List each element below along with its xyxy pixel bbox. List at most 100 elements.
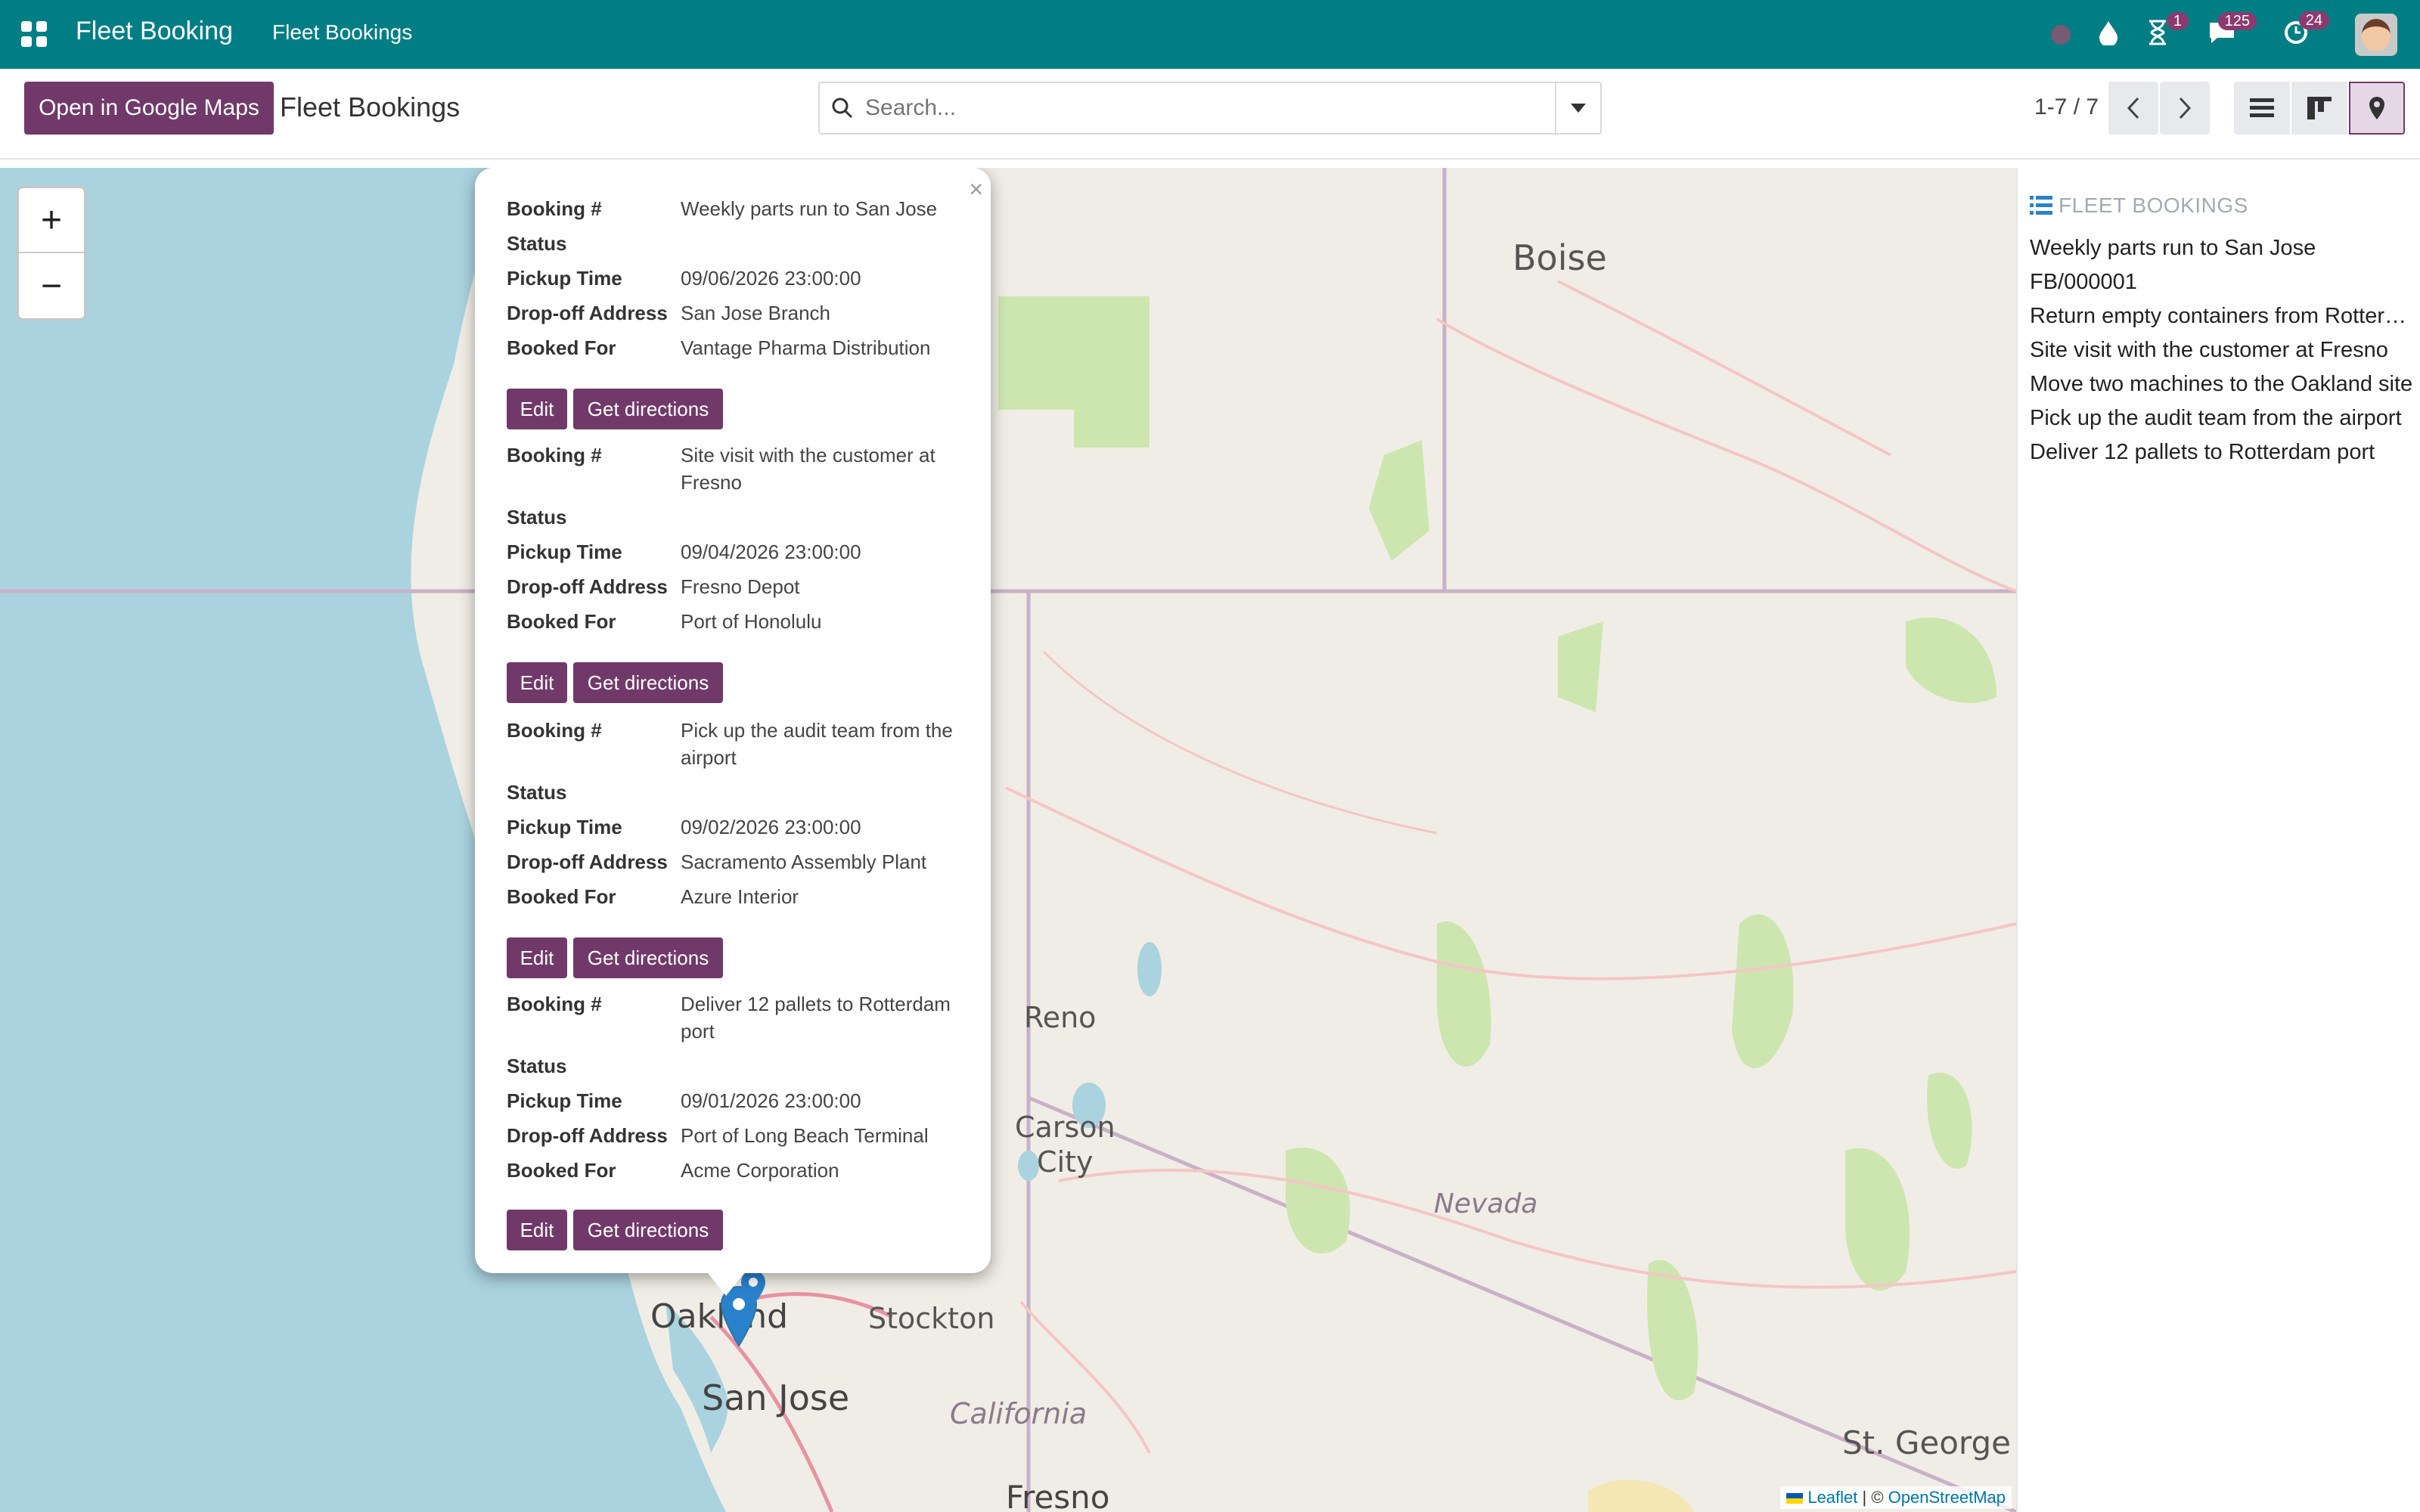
booking-value: Pick up the audit team from the airport	[681, 719, 953, 769]
sidebar-item[interactable]: Move two machines to the Oakland site	[2030, 367, 2415, 401]
pager-previous-button[interactable]	[2108, 82, 2158, 135]
pickup-label: Pickup Time	[507, 541, 622, 563]
ukraine-flag-icon	[1786, 1493, 1804, 1504]
close-icon[interactable]: ×	[969, 175, 983, 203]
dropoff-label: Drop-off Address	[507, 1124, 668, 1147]
zoom-out-button[interactable]: −	[19, 253, 84, 318]
map-label-fresno: Fresno	[1006, 1479, 1110, 1512]
pickup-value: 09/06/2026 23:00:00	[681, 267, 861, 290]
sidebar-title-text: Fleet Bookings	[2059, 194, 2248, 217]
map-label-reno: Reno	[1024, 1001, 1097, 1034]
updates-badge: 24	[2298, 11, 2329, 29]
map-label-san-jose: San Jose	[702, 1377, 850, 1418]
attribution-separator: | ©	[1862, 1488, 1884, 1507]
map-canvas[interactable]: + − Boise Reno Carson City Nevada Oaklan…	[0, 168, 2016, 1512]
search-bar	[818, 82, 1602, 135]
menu-fleet-bookings[interactable]: Fleet Bookings	[272, 20, 412, 45]
pickup-label: Pickup Time	[507, 267, 622, 290]
status-label: Status	[507, 506, 567, 528]
edit-button[interactable]: Edit	[507, 389, 567, 429]
sidebar-item[interactable]: Site visit with the customer at Fresno	[2030, 333, 2415, 367]
map-label-stockton: Stockton	[868, 1302, 995, 1335]
get-directions-button[interactable]: Get directions	[573, 937, 723, 978]
pager-next-button[interactable]	[2160, 82, 2210, 135]
get-directions-button[interactable]: Get directions	[573, 662, 723, 703]
sidebar-title: Fleet Bookings	[2030, 194, 2248, 218]
systray: 1 125 24	[2051, 11, 2397, 57]
booking-label: Booking #	[507, 197, 602, 220]
dropoff-label: Drop-off Address	[507, 575, 668, 598]
kanban-icon	[2307, 97, 2332, 119]
caret-down-icon	[1571, 104, 1586, 113]
dropoff-value: San Jose Branch	[681, 302, 831, 324]
map-label-st-george: St. George	[1842, 1424, 2011, 1461]
list-icon	[2030, 196, 2052, 215]
map-marker-icon	[2369, 97, 2384, 119]
search-options-toggle[interactable]	[1555, 82, 1600, 134]
dropoff-label: Drop-off Address	[507, 302, 668, 324]
get-directions-button[interactable]: Get directions	[573, 389, 723, 429]
chevron-right-icon	[2179, 97, 2192, 119]
kanban-view-button[interactable]	[2291, 82, 2347, 135]
messages-icon[interactable]: 125	[2207, 12, 2257, 50]
apps-menu-icon[interactable]	[21, 21, 47, 47]
zoom-control: + −	[17, 186, 86, 321]
status-label: Status	[507, 1055, 567, 1077]
updates-icon[interactable]: 24	[2282, 11, 2329, 51]
openstreetmap-link[interactable]: OpenStreetMap	[1888, 1488, 2006, 1507]
booked-for-label: Booked For	[507, 1159, 616, 1182]
pickup-value: 09/01/2026 23:00:00	[681, 1089, 861, 1112]
droplet-icon[interactable]	[2098, 20, 2119, 50]
booking-label: Booking #	[507, 444, 602, 466]
search-icon	[820, 97, 865, 119]
search-input[interactable]	[865, 85, 1555, 131]
status-dot-icon[interactable]	[2051, 25, 2071, 45]
sidebar-item[interactable]: Pick up the audit team from the airport	[2030, 401, 2415, 435]
map-popup: × Booking # Weekly parts run to San Jose …	[475, 168, 991, 1273]
open-google-maps-button[interactable]: Open in Google Maps	[24, 82, 274, 135]
booked-for-label: Booked For	[507, 885, 616, 908]
map-view-button[interactable]	[2349, 82, 2405, 135]
map-label-carson-city: Carson City	[1015, 1111, 1115, 1179]
edit-button[interactable]: Edit	[507, 937, 567, 978]
map-label-nevada: Nevada	[1434, 1188, 1538, 1219]
pickup-value: 09/04/2026 23:00:00	[681, 541, 861, 563]
edit-button[interactable]: Edit	[507, 1210, 567, 1250]
records-sidebar: Fleet Bookings Weekly parts run to San J…	[2016, 168, 2420, 1512]
get-directions-button[interactable]: Get directions	[573, 1210, 723, 1250]
map-label-california: California	[950, 1397, 1087, 1430]
popup-tip	[708, 1273, 744, 1296]
page-title: Fleet Bookings	[280, 91, 461, 122]
booked-for-label: Booked For	[507, 610, 616, 633]
sidebar-item[interactable]: FB/000001	[2030, 265, 2415, 299]
pickup-label: Pickup Time	[507, 1089, 622, 1112]
map-tiles	[0, 168, 2016, 1512]
booked-for-label: Booked For	[507, 336, 616, 359]
zoom-in-button[interactable]: +	[19, 188, 84, 253]
booking-label: Booking #	[507, 993, 602, 1015]
booking-value: Site visit with the customer at Fresno	[681, 444, 935, 494]
sidebar-item[interactable]: Deliver 12 pallets to Rotterdam port	[2030, 435, 2415, 469]
booked-for-value: Azure Interior	[681, 885, 799, 908]
messages-badge: 125	[2217, 12, 2257, 30]
leaflet-link[interactable]: Leaflet	[1807, 1488, 1857, 1507]
activity-badge: 1	[2166, 12, 2189, 30]
top-navbar: Fleet Booking Fleet Bookings 1 125 24	[0, 0, 2420, 69]
edit-button[interactable]: Edit	[507, 662, 567, 703]
activity-icon[interactable]: 1	[2146, 12, 2189, 50]
booked-for-value: Port of Honolulu	[681, 610, 822, 633]
booking-label: Booking #	[507, 719, 602, 742]
user-avatar[interactable]	[2355, 14, 2397, 56]
dropoff-value: Fresno Depot	[681, 575, 800, 598]
dropoff-value: Sacramento Assembly Plant	[681, 850, 927, 873]
booked-for-value: Vantage Pharma Distribution	[681, 336, 931, 359]
pager-value[interactable]: 1-7 / 7	[2034, 94, 2099, 120]
status-label: Status	[507, 781, 567, 804]
chevron-left-icon	[2127, 97, 2139, 119]
app-name[interactable]: Fleet Booking	[76, 17, 233, 46]
list-view-button[interactable]	[2234, 82, 2290, 135]
map-label-boise: Boise	[1512, 237, 1607, 278]
sidebar-item[interactable]: Weekly parts run to San Jose	[2030, 231, 2415, 265]
sidebar-item[interactable]: Return empty containers from Rotterdam	[2030, 299, 2415, 333]
booking-value: Deliver 12 pallets to Rotterdam port	[681, 993, 951, 1043]
